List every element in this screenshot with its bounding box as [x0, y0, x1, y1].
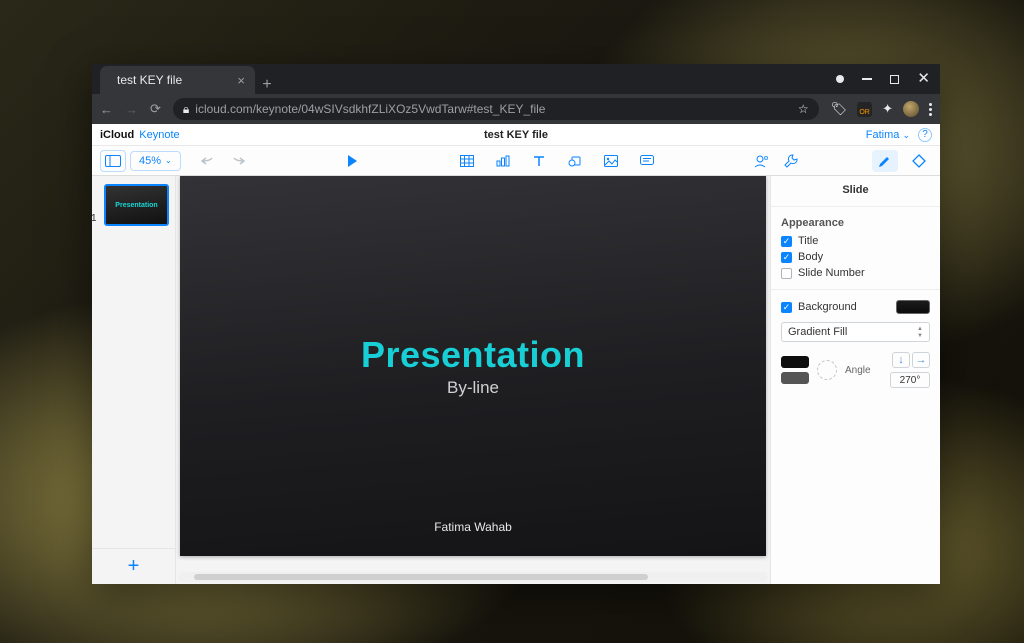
- insert-table-button[interactable]: [454, 150, 480, 172]
- app-titlebar: iCloud Keynote test KEY file Fatima ⌄ ?: [92, 124, 940, 146]
- horizontal-scrollbar[interactable]: [178, 572, 768, 582]
- profile-avatar-icon[interactable]: [903, 101, 919, 117]
- forward-button: →: [125, 102, 138, 117]
- extensions-menu-icon[interactable]: ✦: [882, 101, 893, 117]
- address-bar: ← → ⟳ 🔒︎ icloud.com/keynote/04wSIVsdkhfZ…: [92, 94, 940, 124]
- gradient-swap-icon[interactable]: [817, 360, 837, 380]
- minimize-button[interactable]: [862, 78, 872, 80]
- angle-down-button[interactable]: ↓: [892, 352, 910, 368]
- collaborate-button[interactable]: [748, 150, 774, 172]
- close-tab-icon[interactable]: ×: [237, 73, 245, 88]
- keynote-app: iCloud Keynote test KEY file Fatima ⌄ ? …: [92, 124, 940, 584]
- breadcrumb[interactable]: iCloud Keynote: [100, 129, 180, 141]
- slide-navigator: 1 Presentation +: [92, 176, 176, 584]
- zoom-select[interactable]: 45%⌄: [130, 151, 181, 171]
- format-inspector-button[interactable]: [872, 150, 898, 172]
- view-button[interactable]: [100, 150, 126, 172]
- url-field[interactable]: 🔒︎ icloud.com/keynote/04wSIVsdkhfZLiXOz5…: [173, 98, 819, 120]
- format-inspector: Slide Appearance ✓ Title ✓ Body Slide Nu…: [770, 176, 940, 584]
- chevron-down-icon: ⌄: [902, 130, 910, 140]
- checkbox-icon: [781, 268, 792, 279]
- slide-thumbnail[interactable]: Presentation: [104, 184, 169, 226]
- checkbox-icon: ✓: [781, 236, 792, 247]
- fill-type-select[interactable]: Gradient Fill ▲▼: [781, 322, 930, 342]
- slide-canvas[interactable]: Presentation By-line Fatima Wahab: [176, 176, 770, 584]
- slide-title[interactable]: Presentation: [361, 334, 585, 376]
- lock-icon: 🔒︎: [183, 102, 189, 117]
- window-caption-buttons: ✕: [836, 64, 940, 94]
- body-checkbox[interactable]: ✓ Body: [781, 251, 930, 263]
- background-checkbox[interactable]: ✓ Background: [781, 301, 857, 313]
- bookmark-star-icon[interactable]: ☆: [798, 102, 809, 116]
- insert-comment-button[interactable]: [634, 150, 660, 172]
- insert-group: [454, 150, 660, 172]
- slide-number-label: 1: [91, 213, 97, 224]
- checkbox-icon: ✓: [781, 302, 792, 313]
- new-tab-button[interactable]: +: [255, 76, 279, 94]
- reader-extension-icon[interactable]: 🏷︎: [831, 101, 848, 117]
- tab-title: test KEY file: [117, 73, 182, 87]
- undo-button[interactable]: [195, 150, 221, 172]
- slide-author[interactable]: Fatima Wahab: [434, 520, 512, 534]
- reload-button[interactable]: ⟳: [150, 101, 161, 117]
- toolbar: 45%⌄: [92, 146, 940, 176]
- incognito-indicator-icon: [836, 75, 844, 83]
- title-checkbox[interactable]: ✓ Title: [781, 235, 930, 247]
- angle-label: Angle: [845, 365, 871, 376]
- add-slide-button[interactable]: +: [92, 548, 175, 584]
- animate-inspector-button[interactable]: [906, 150, 932, 172]
- gradient-stops[interactable]: [781, 356, 809, 384]
- angle-right-button[interactable]: →: [912, 352, 930, 368]
- url-text: icloud.com/keynote/04wSIVsdkhfZLiXOz5Vwd…: [195, 102, 545, 116]
- gradient-stop-2[interactable]: [781, 372, 809, 384]
- tools-button[interactable]: [778, 150, 804, 172]
- browser-window: test KEY file × + ✕ ← → ⟳ 🔒︎ icloud.com/…: [92, 64, 940, 584]
- browser-tab[interactable]: test KEY file ×: [100, 66, 255, 94]
- maximize-button[interactable]: [890, 75, 899, 84]
- help-button[interactable]: ?: [918, 128, 932, 142]
- gradient-stop-1[interactable]: [781, 356, 809, 368]
- browser-menu-icon[interactable]: [929, 103, 932, 116]
- close-window-button[interactable]: ✕: [917, 75, 930, 83]
- redo-button[interactable]: [225, 150, 251, 172]
- extension-badge-icon[interactable]: [857, 102, 872, 117]
- slide-subtitle[interactable]: By-line: [447, 378, 499, 398]
- insert-text-button[interactable]: [526, 150, 552, 172]
- insert-chart-button[interactable]: [490, 150, 516, 172]
- tab-strip: test KEY file × + ✕: [92, 64, 940, 94]
- play-button[interactable]: [339, 150, 365, 172]
- document-title[interactable]: test KEY file: [484, 129, 548, 141]
- stepper-icon: ▲▼: [917, 326, 923, 339]
- angle-value-field[interactable]: 270°: [890, 372, 930, 388]
- appearance-heading: Appearance: [781, 217, 930, 229]
- slide[interactable]: Presentation By-line Fatima Wahab: [180, 176, 766, 556]
- insert-shape-button[interactable]: [562, 150, 588, 172]
- chevron-down-icon: ⌄: [165, 156, 172, 165]
- extension-area: 🏷︎ ✦: [831, 101, 932, 117]
- background-color-well[interactable]: [896, 300, 930, 314]
- workspace: 1 Presentation + Presentation By-line Fa…: [92, 176, 940, 584]
- user-menu[interactable]: Fatima ⌄: [866, 129, 910, 141]
- slide-number-checkbox[interactable]: Slide Number: [781, 267, 930, 279]
- inspector-tab-slide[interactable]: Slide: [771, 176, 940, 207]
- checkbox-icon: ✓: [781, 252, 792, 263]
- back-button[interactable]: ←: [100, 102, 113, 117]
- insert-image-button[interactable]: [598, 150, 624, 172]
